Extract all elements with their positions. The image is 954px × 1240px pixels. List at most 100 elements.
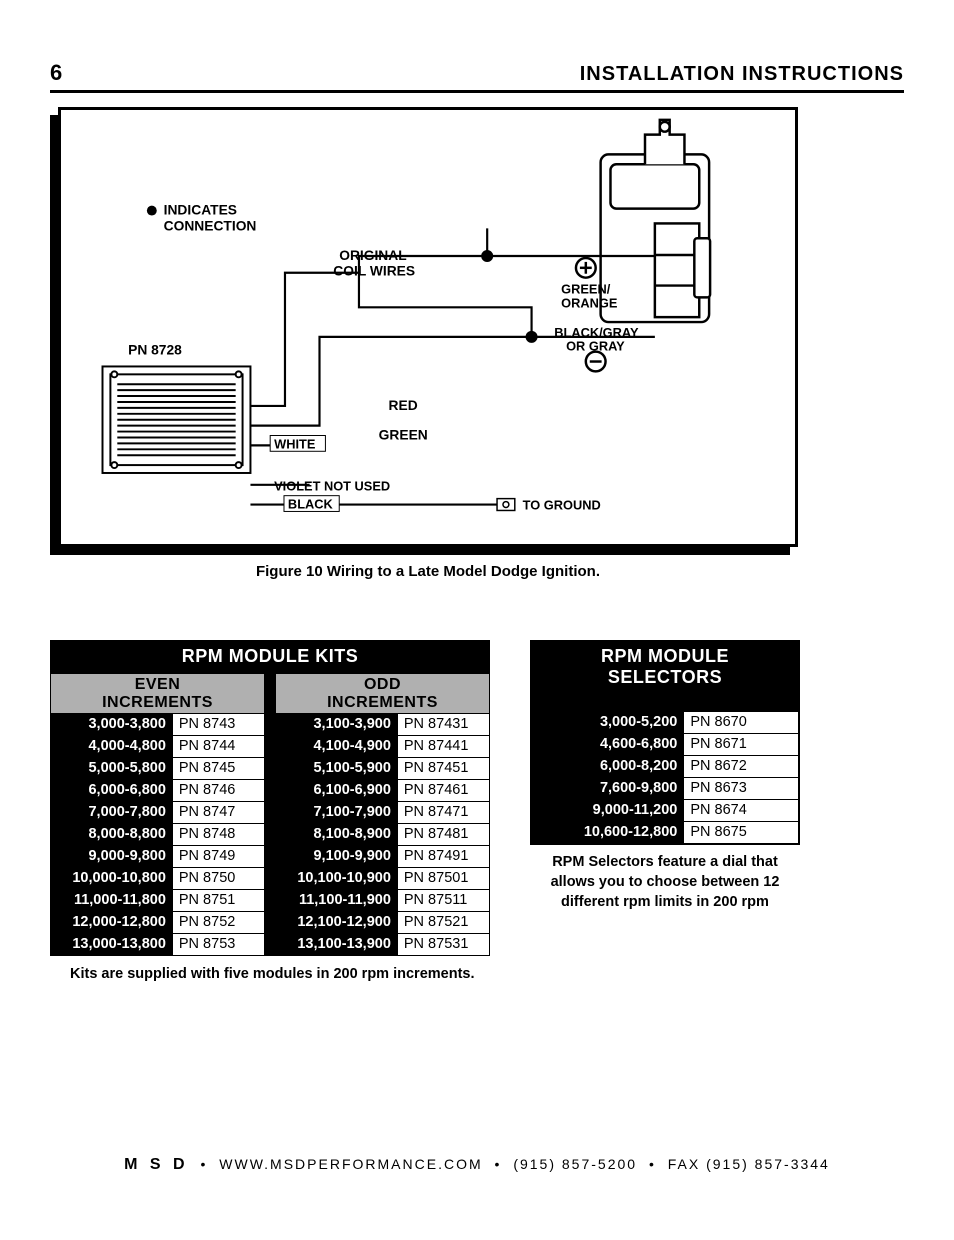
range-cell: 8,100-8,900 xyxy=(276,824,398,845)
table-row: 4,000-4,800PN 8744 xyxy=(50,736,265,758)
range-cell: 10,000-10,800 xyxy=(51,868,173,889)
table-row: 10,000-10,800PN 8750 xyxy=(50,868,265,890)
range-cell: 4,000-4,800 xyxy=(51,736,173,757)
table-row: 8,000-8,800PN 8748 xyxy=(50,824,265,846)
range-cell: 4,600-6,800 xyxy=(532,734,684,755)
pn-cell: PN 8745 xyxy=(173,758,264,779)
table-row: 7,600-9,800PN 8673 xyxy=(531,778,799,800)
pn-cell: PN 8674 xyxy=(684,800,798,821)
figure-caption: Figure 10 Wiring to a Late Model Dodge I… xyxy=(58,563,798,580)
table-row: 3,000-3,800PN 8743 xyxy=(50,714,265,736)
pn-cell: PN 87451 xyxy=(398,758,489,779)
pn-cell: PN 8670 xyxy=(684,712,798,733)
range-cell: 10,600-12,800 xyxy=(532,822,684,843)
label-to-ground: TO GROUND xyxy=(523,497,601,512)
even-increments-header: EVENINCREMENTS xyxy=(50,673,265,714)
table-row: 6,000-8,200PN 8672 xyxy=(531,756,799,778)
pn-cell: PN 8671 xyxy=(684,734,798,755)
pn-cell: PN 8673 xyxy=(684,778,798,799)
range-cell: 12,000-12,800 xyxy=(51,912,173,933)
range-cell: 5,000-5,800 xyxy=(51,758,173,779)
odd-increments-header: ODDINCREMENTS xyxy=(275,673,490,714)
pn-cell: PN 87521 xyxy=(398,912,489,933)
footer-phone: (915) 857-5200 xyxy=(513,1156,637,1172)
table-row: 7,000-7,800PN 8747 xyxy=(50,802,265,824)
footer-brand: M S D xyxy=(124,1156,188,1173)
selectors-note: RPM Selectors feature a dial that allows… xyxy=(530,853,800,912)
page-header: 6 INSTALLATION INSTRUCTIONS xyxy=(50,60,904,93)
page-footer: M S D • WWW.MSDPERFORMANCE.COM • (915) 8… xyxy=(50,1156,904,1174)
footer-fax: FAX (915) 857-3344 xyxy=(668,1156,830,1172)
range-cell: 7,600-9,800 xyxy=(532,778,684,799)
pn-cell: PN 8744 xyxy=(173,736,264,757)
label-green-orange-2: ORANGE xyxy=(561,295,618,310)
label-violet: VIOLET NOT USED xyxy=(274,479,390,494)
label-black-gray-1: BLACK/GRAY xyxy=(554,325,639,340)
rpm-module-kits-table: RPM MODULE KITS EVENINCREMENTS ODDINCREM… xyxy=(50,640,490,982)
pn-cell: PN 87491 xyxy=(398,846,489,867)
table-row: 5,000-5,800PN 8745 xyxy=(50,758,265,780)
label-pn8728: PN 8728 xyxy=(128,343,182,358)
pn-cell: PN 87511 xyxy=(398,890,489,911)
range-cell: 4,100-4,900 xyxy=(276,736,398,757)
range-cell: 3,100-3,900 xyxy=(276,714,398,735)
pn-cell: PN 87431 xyxy=(398,714,489,735)
range-cell: 12,100-12,900 xyxy=(276,912,398,933)
pn-cell: PN 87501 xyxy=(398,868,489,889)
range-cell: 9,000-11,200 xyxy=(532,800,684,821)
table-row: 9,000-11,200PN 8674 xyxy=(531,800,799,822)
table-row: 6,000-6,800PN 8746 xyxy=(50,780,265,802)
range-cell: 6,000-6,800 xyxy=(51,780,173,801)
range-cell: 6,100-6,900 xyxy=(276,780,398,801)
pn-cell: PN 8752 xyxy=(173,912,264,933)
pn-cell: PN 8753 xyxy=(173,934,264,955)
label-original-1: ORIGINAL xyxy=(339,248,406,263)
range-cell: 10,100-10,900 xyxy=(276,868,398,889)
table-row: 10,100-10,900PN 87501 xyxy=(275,868,490,890)
pn-cell: PN 87471 xyxy=(398,802,489,823)
label-white: WHITE xyxy=(274,436,316,451)
pn-cell: PN 8672 xyxy=(684,756,798,777)
pn-cell: PN 87531 xyxy=(398,934,489,955)
pn-cell: PN 8749 xyxy=(173,846,264,867)
range-cell: 11,100-11,900 xyxy=(276,890,398,911)
pn-cell: PN 87481 xyxy=(398,824,489,845)
label-indicates: INDICATES xyxy=(164,203,237,218)
pn-cell: PN 8746 xyxy=(173,780,264,801)
table-row: 4,600-6,800PN 8671 xyxy=(531,734,799,756)
table-row: 8,100-8,900PN 87481 xyxy=(275,824,490,846)
pn-cell: PN 8675 xyxy=(684,822,798,843)
table-row: 7,100-7,900PN 87471 xyxy=(275,802,490,824)
kits-title: RPM MODULE KITS xyxy=(50,640,490,673)
range-cell: 13,000-13,800 xyxy=(51,934,173,955)
label-green-orange-1: GREEN/ xyxy=(561,281,611,296)
table-row: 3,100-3,900PN 87431 xyxy=(275,714,490,736)
pn-cell: PN 8747 xyxy=(173,802,264,823)
pn-cell: PN 8751 xyxy=(173,890,264,911)
pn-cell: PN 87461 xyxy=(398,780,489,801)
page-number: 6 xyxy=(50,60,63,86)
label-green: GREEN xyxy=(379,427,428,442)
table-row: 10,600-12,800PN 8675 xyxy=(531,822,799,844)
range-cell: 8,000-8,800 xyxy=(51,824,173,845)
range-cell: 3,000-3,800 xyxy=(51,714,173,735)
table-row: 12,000-12,800PN 8752 xyxy=(50,912,265,934)
label-black-gray-2: OR GRAY xyxy=(566,339,625,354)
table-row: 13,100-13,900PN 87531 xyxy=(275,934,490,956)
table-row: 9,100-9,900PN 87491 xyxy=(275,846,490,868)
pn-cell: PN 8743 xyxy=(173,714,264,735)
range-cell: 13,100-13,900 xyxy=(276,934,398,955)
pn-cell: PN 8750 xyxy=(173,868,264,889)
range-cell: 7,100-7,900 xyxy=(276,802,398,823)
kits-note: Kits are supplied with five modules in 2… xyxy=(70,966,490,982)
page-title: INSTALLATION INSTRUCTIONS xyxy=(580,63,904,86)
pn-cell: PN 8748 xyxy=(173,824,264,845)
table-row: 6,100-6,900PN 87461 xyxy=(275,780,490,802)
footer-site: WWW.MSDPERFORMANCE.COM xyxy=(219,1156,482,1172)
range-cell: 9,000-9,800 xyxy=(51,846,173,867)
range-cell: 5,100-5,900 xyxy=(276,758,398,779)
label-red: RED xyxy=(389,398,418,413)
wiring-diagram-svg: INDICATES CONNECTION ORIGINAL COIL WIRES… xyxy=(61,110,795,544)
range-cell: 9,100-9,900 xyxy=(276,846,398,867)
range-cell: 7,000-7,800 xyxy=(51,802,173,823)
